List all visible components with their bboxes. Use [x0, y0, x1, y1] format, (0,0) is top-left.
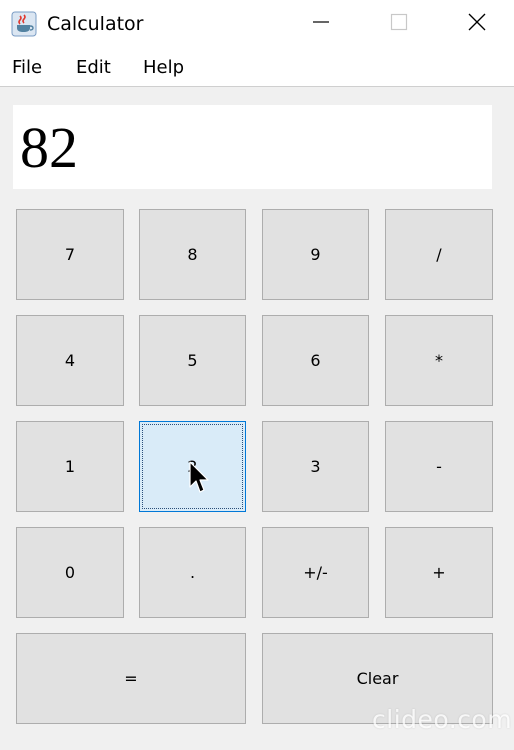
key-3[interactable]: 3 [262, 421, 369, 512]
key-5[interactable]: 5 [139, 315, 246, 406]
key-1[interactable]: 1 [16, 421, 124, 512]
maximize-button[interactable] [376, 0, 422, 48]
display-value: 82 [20, 115, 78, 180]
window-title: Calculator [47, 13, 144, 35]
title-bar[interactable]: Calculator [0, 0, 514, 48]
key-8[interactable]: 8 [139, 209, 246, 300]
key-negate[interactable]: +/- [262, 527, 369, 618]
key-0[interactable]: 0 [16, 527, 124, 618]
minimize-icon [312, 13, 330, 35]
key-4[interactable]: 4 [16, 315, 124, 406]
menu-help[interactable]: Help [143, 57, 184, 79]
minimize-button[interactable] [298, 0, 344, 48]
key-decimal[interactable]: . [139, 527, 246, 618]
key-7[interactable]: 7 [16, 209, 124, 300]
close-icon [467, 12, 487, 36]
key-9[interactable]: 9 [262, 209, 369, 300]
menu-edit[interactable]: Edit [76, 57, 111, 79]
watermark: clideo.com [372, 705, 513, 734]
key-subtract[interactable]: - [385, 421, 493, 512]
menu-file[interactable]: File [12, 57, 42, 79]
menu-bar: File Edit Help [0, 48, 514, 87]
java-cup-icon [11, 11, 37, 37]
close-button[interactable] [454, 0, 500, 48]
key-divide[interactable]: / [385, 209, 493, 300]
calculator-window: Calculator File Edit Help 82 7 8 9 / 4 5… [0, 0, 514, 750]
key-multiply[interactable]: * [385, 315, 493, 406]
key-add[interactable]: + [385, 527, 493, 618]
mouse-pointer-icon [189, 461, 209, 495]
result-display: 82 [13, 105, 492, 189]
key-equals[interactable]: = [16, 633, 246, 724]
maximize-icon [390, 13, 408, 35]
key-6[interactable]: 6 [262, 315, 369, 406]
